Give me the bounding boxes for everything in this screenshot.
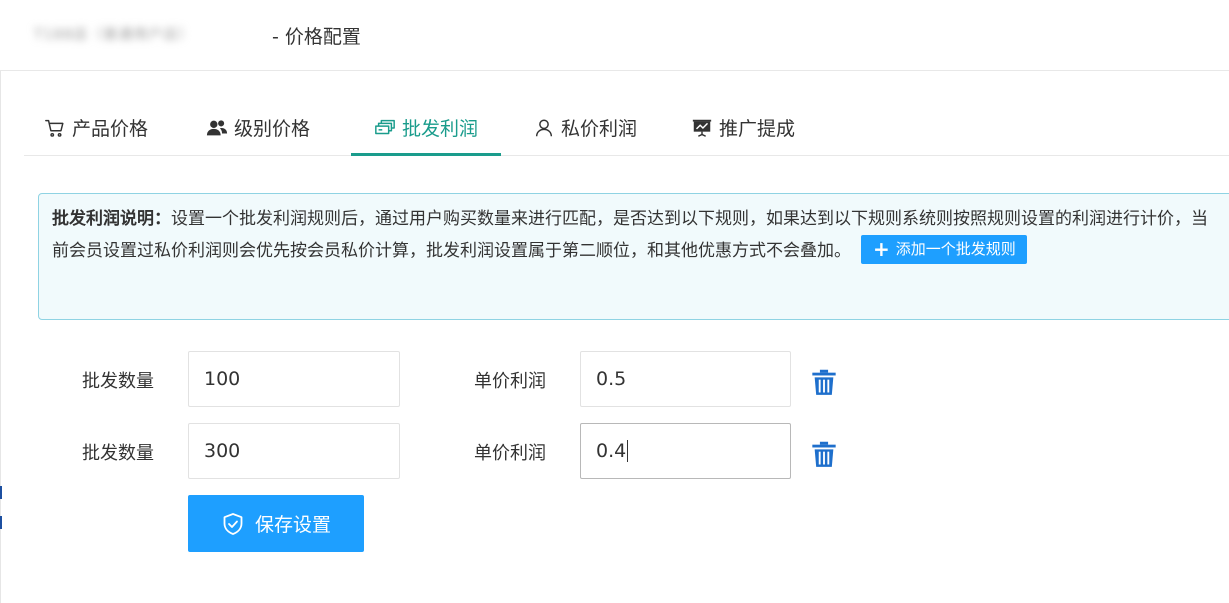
profit-input[interactable]: 0.5 bbox=[580, 351, 791, 407]
delete-rule-icon[interactable] bbox=[810, 440, 838, 468]
user-icon bbox=[535, 118, 553, 136]
shield-check-icon bbox=[223, 512, 243, 535]
save-settings-button[interactable]: 保存设置 bbox=[188, 495, 364, 552]
profit-value: 0.4 bbox=[596, 440, 627, 462]
cart-icon bbox=[45, 119, 64, 137]
tab-level-price[interactable]: 级别价格 bbox=[206, 100, 310, 155]
qty-label: 批发数量 bbox=[82, 371, 154, 392]
qty-input[interactable]: 100 bbox=[188, 351, 400, 407]
tab-label: 推广提成 bbox=[719, 118, 796, 140]
tab-label: 级别价格 bbox=[234, 118, 311, 140]
text-caret bbox=[627, 440, 629, 462]
plus-icon: + bbox=[873, 236, 890, 261]
tab-label: 产品价格 bbox=[72, 118, 149, 140]
add-button-label: 添加一个批发规则 bbox=[895, 239, 1016, 258]
tab-private-profit[interactable]: 私价利润 bbox=[533, 100, 637, 155]
page-title: - 价格配置 bbox=[272, 26, 361, 48]
presentation-icon bbox=[692, 119, 712, 137]
page-header: T188店（普通用户店） - 价格配置 bbox=[0, 0, 1229, 71]
info-text: 设置一个批发利润规则后，通过用户购买数量来进行匹配，是否达到以下规则，如果达到以… bbox=[52, 209, 1208, 261]
left-edge-marker bbox=[0, 516, 2, 529]
price-config-page: T188店（普通用户店） - 价格配置 产品价格 级别价格 批发利润 私价利润 … bbox=[0, 0, 1229, 603]
delete-rule-icon[interactable] bbox=[810, 368, 838, 396]
qty-label: 批发数量 bbox=[82, 443, 154, 464]
profit-label: 单价利润 bbox=[474, 443, 546, 464]
tab-promotion-commission[interactable]: 推广提成 bbox=[691, 100, 795, 155]
tab-product-price[interactable]: 产品价格 bbox=[44, 100, 148, 155]
qty-input[interactable]: 300 bbox=[188, 423, 400, 479]
tab-bar: 产品价格 级别价格 批发利润 私价利润 推广提成 bbox=[24, 100, 1229, 156]
profit-value: 0.5 bbox=[596, 368, 627, 390]
tab-label: 批发利润 bbox=[402, 118, 479, 140]
tab-wholesale-profit[interactable]: 批发利润 bbox=[351, 100, 502, 156]
info-title: 批发利润说明： bbox=[52, 209, 171, 229]
wholesale-info-box: 批发利润说明：设置一个批发利润规则后，通过用户购买数量来进行匹配，是否达到以下规… bbox=[38, 193, 1229, 320]
shop-name-blurred: T188店（普通用户店） bbox=[34, 27, 194, 43]
qty-value: 300 bbox=[204, 440, 241, 462]
add-wholesale-rule-button[interactable]: + 添加一个批发规则 bbox=[861, 234, 1027, 264]
profit-label: 单价利润 bbox=[474, 371, 546, 392]
profit-input[interactable]: 0.4 bbox=[580, 423, 791, 479]
tab-label: 私价利润 bbox=[561, 118, 638, 140]
save-button-label: 保存设置 bbox=[254, 514, 331, 536]
qty-value: 100 bbox=[204, 368, 241, 390]
wholesale-icon bbox=[375, 119, 395, 134]
users-icon bbox=[206, 119, 228, 135]
left-edge-marker bbox=[0, 486, 2, 499]
